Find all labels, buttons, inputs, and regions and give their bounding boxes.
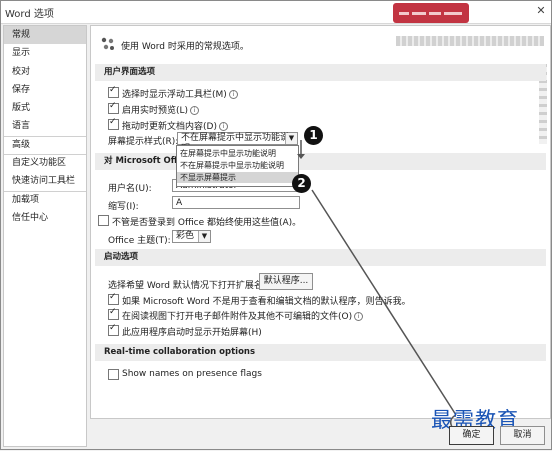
ok-button[interactable]: 确定: [449, 426, 494, 445]
callout-badge-2: 2: [292, 174, 311, 193]
callout-badge-1: 1: [304, 126, 323, 145]
word-options-dialog: Word 选项 ? ✕ 常规 显示 校对 保存 版式 语言 高级 自定义功能区 …: [0, 0, 552, 450]
annotation-arrows: [297, 140, 463, 432]
cancel-button[interactable]: 取消: [500, 426, 545, 445]
